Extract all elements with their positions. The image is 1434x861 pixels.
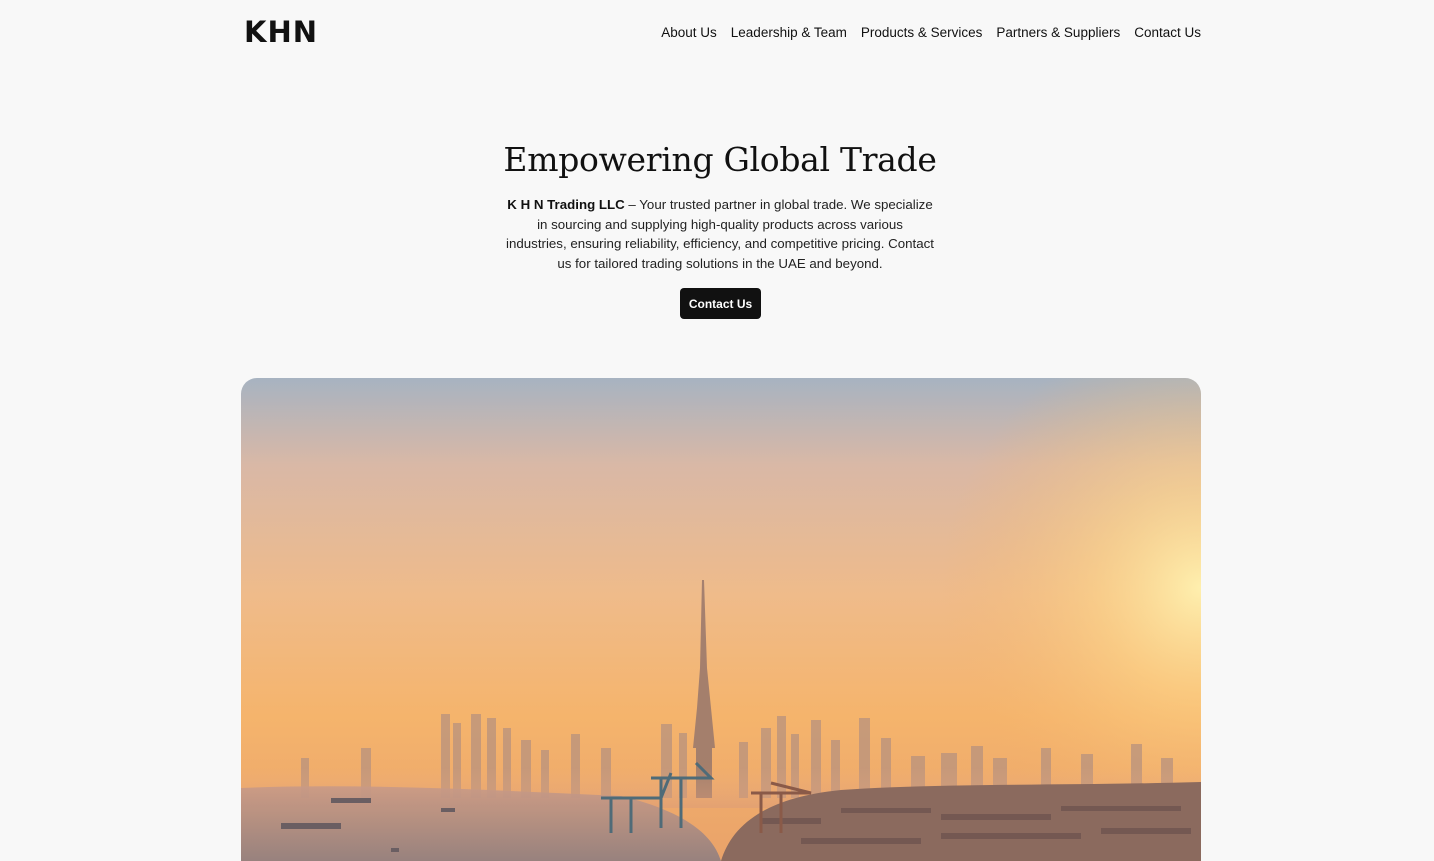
nav-contact-us[interactable]: Contact Us: [1134, 24, 1201, 42]
skyline-illustration: [241, 378, 1201, 861]
khn-logo[interactable]: KHN: [244, 15, 318, 49]
nav-partners-suppliers[interactable]: Partners & Suppliers: [996, 24, 1120, 42]
hero-skyline-image: [241, 378, 1201, 861]
nav-about-us[interactable]: About Us: [661, 24, 717, 42]
nav-products-services[interactable]: Products & Services: [861, 24, 983, 42]
site-header: KHN About Us Leadership & Team Products …: [0, 0, 1434, 64]
hero-description: K H N Trading LLC – Your trusted partner…: [505, 195, 935, 273]
main-nav: About Us Leadership & Team Products & Se…: [661, 24, 1201, 42]
hero-title: Empowering Global Trade: [503, 140, 937, 179]
company-name: K H N Trading LLC: [507, 197, 625, 212]
contact-us-button[interactable]: Contact Us: [680, 288, 761, 319]
nav-leadership-team[interactable]: Leadership & Team: [731, 24, 847, 42]
